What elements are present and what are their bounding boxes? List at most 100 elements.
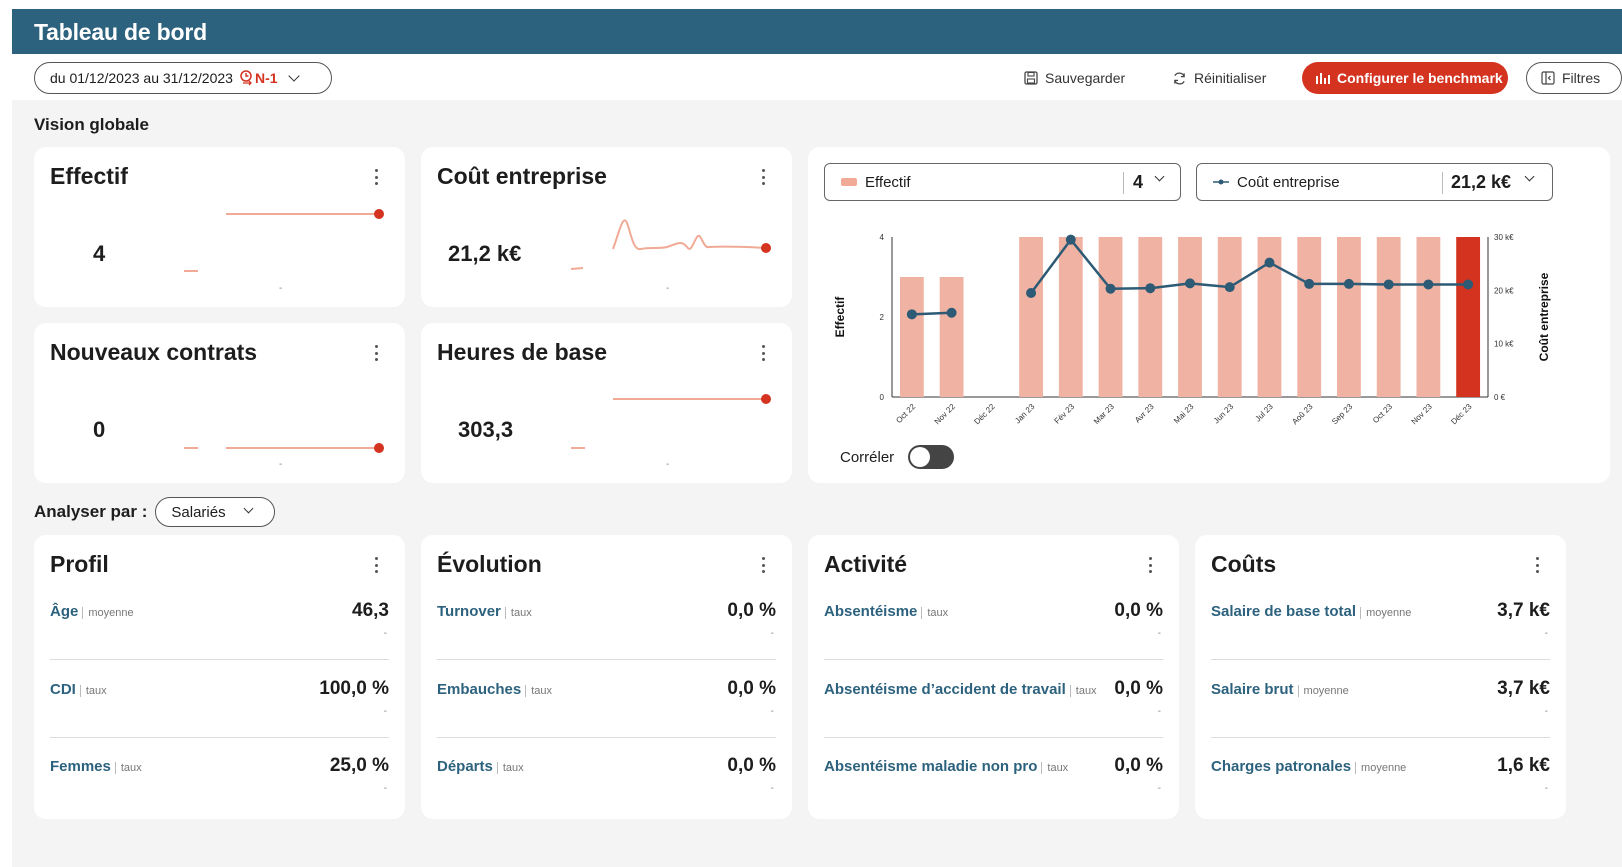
right-metric-select[interactable]: Coût entreprise 21,2 k€: [1196, 163, 1553, 201]
metric-trend: -: [770, 706, 774, 717]
kpi-card-nouveaux-contrats: Nouveaux contrats 0 -: [34, 323, 405, 483]
x-tick-label: Nov 22: [933, 402, 958, 427]
kpi-title: Coût entreprise: [437, 163, 607, 189]
row-divider: [437, 737, 776, 738]
page-title: Tableau de bord: [34, 19, 207, 45]
analyse-by-label: Analyser par :: [34, 502, 148, 521]
metric-name: CDI taux: [50, 681, 107, 698]
more-options-icon[interactable]: [374, 345, 378, 361]
line-legend-icon: [1213, 179, 1229, 185]
kpi-trend: -: [279, 283, 283, 294]
metric-tag: moyenne: [1355, 762, 1407, 774]
toolbar: du 01/12/2023 au 31/12/2023 N-1 Sauvegar…: [12, 54, 1622, 100]
metric-name: Absentéisme taux: [824, 603, 949, 620]
bar: [1337, 237, 1361, 397]
x-tick-label: Sep 23: [1330, 402, 1355, 427]
cost-point: [1343, 278, 1354, 289]
metric-row[interactable]: Salaire de base total moyenne 3,7 k€ -: [1211, 600, 1550, 681]
metric-name-text: Femmes: [50, 758, 111, 775]
metric-card-evolution: Évolution Turnover taux 0,0 % - Embauches…: [421, 535, 792, 819]
metric-row[interactable]: CDI taux 100,0 % -: [50, 678, 389, 759]
right-metric-value: 21,2 k€: [1451, 171, 1512, 192]
metric-name: Embauches taux: [437, 681, 552, 698]
metric-trend: -: [1157, 628, 1161, 639]
clock-swap-icon: [240, 70, 252, 86]
metric-row[interactable]: Absentéisme taux 0,0 % -: [824, 600, 1163, 681]
more-options-icon[interactable]: [761, 169, 765, 185]
correlate-toggle[interactable]: [908, 445, 955, 469]
metric-name-text: Salaire de base total: [1211, 603, 1357, 620]
more-options-icon[interactable]: [1535, 557, 1539, 573]
x-tick-label: Oct 23: [1371, 402, 1394, 425]
metric-card-title: Évolution: [437, 551, 542, 577]
more-options-icon[interactable]: [374, 557, 378, 573]
row-divider: [1211, 659, 1550, 660]
cost-point: [1264, 257, 1275, 268]
metric-tag: taux: [921, 607, 949, 619]
global-section-title: Vision globale: [34, 115, 149, 134]
left-metric-select[interactable]: Effectif 4: [824, 163, 1181, 201]
y-tick-label-left: 4: [880, 233, 885, 242]
metric-card-title: Coûts: [1211, 551, 1277, 577]
correlate-label: Corréler: [840, 448, 895, 466]
chevron-down-icon: [243, 503, 254, 514]
row-divider: [1211, 737, 1550, 738]
metric-row[interactable]: Âge moyenne 46,3 -: [50, 600, 389, 681]
y-tick-label-left: 0: [880, 393, 885, 402]
metric-row[interactable]: Salaire brut moyenne 3,7 k€ -: [1211, 678, 1550, 759]
metric-name-text: Charges patronales: [1211, 758, 1352, 775]
metric-row[interactable]: Absentéisme maladie non pro taux 0,0 % -: [824, 755, 1163, 836]
compare-indicator[interactable]: N-1: [239, 70, 278, 86]
x-tick-label: Avr 23: [1133, 402, 1156, 425]
metric-row[interactable]: Femmes taux 25,0 % -: [50, 755, 389, 836]
kpi-title: Heures de base: [437, 339, 608, 365]
more-options-icon[interactable]: [761, 345, 765, 361]
left-metric-value: 4: [1133, 171, 1144, 192]
analyse-by-control: Analyser par : Salariés: [34, 497, 276, 527]
row-divider: [824, 659, 1163, 660]
metric-trend: -: [1544, 628, 1548, 639]
metric-name: Turnover taux: [437, 603, 532, 620]
kpi-sparkline: [571, 394, 771, 449]
metric-tag: moyenne: [1297, 685, 1349, 697]
metric-value: 46,3: [352, 600, 389, 621]
kpi-value: 303,3: [458, 417, 514, 442]
save-button[interactable]: Sauvegarder: [1024, 62, 1125, 94]
more-options-icon[interactable]: [374, 169, 378, 185]
metric-row[interactable]: Embauches taux 0,0 % -: [437, 678, 776, 759]
cost-point: [946, 307, 957, 318]
metric-name-text: Âge: [50, 603, 79, 620]
chevron-down-icon: [1524, 171, 1535, 182]
bar: [1098, 237, 1123, 397]
analyse-by-select[interactable]: Salariés: [155, 497, 276, 527]
metric-row[interactable]: Départs taux 0,0 % -: [437, 755, 776, 836]
x-tick-label: Jan 23: [1013, 402, 1037, 426]
filters-button[interactable]: Filtres: [1526, 62, 1622, 94]
metric-name: Absentéisme d’accident de travail taux: [824, 681, 1097, 698]
row-divider: [50, 737, 389, 738]
chevron-down-icon: [1154, 171, 1165, 182]
kpi-card-cout-entreprise: Coût entreprise 21,2 k€ -: [421, 147, 792, 307]
kpi-trend: -: [279, 459, 283, 470]
chevron-down-icon: [287, 70, 300, 82]
metric-tag: taux: [79, 685, 107, 697]
configure-benchmark-button[interactable]: Configurer le benchmark: [1302, 62, 1508, 94]
reset-button[interactable]: Réinitialiser: [1172, 62, 1266, 94]
more-options-icon[interactable]: [761, 557, 765, 573]
row-divider: [824, 737, 1163, 738]
metric-row[interactable]: Turnover taux 0,0 % -: [437, 600, 776, 681]
metric-row[interactable]: Absentéisme d’accident de travail taux 0,…: [824, 678, 1163, 759]
metric-name: Salaire de base total moyenne: [1211, 603, 1412, 620]
metric-trend: -: [383, 706, 387, 717]
date-range-picker[interactable]: du 01/12/2023 au 31/12/2023 N-1: [34, 62, 332, 94]
select-divider: [1123, 172, 1124, 194]
metric-tag: moyenne: [1360, 607, 1412, 619]
metric-row[interactable]: Charges patronales moyenne 1,6 k€ -: [1211, 755, 1550, 836]
metric-value: 0,0 %: [1114, 678, 1163, 699]
metric-value: 100,0 %: [319, 678, 389, 699]
more-options-icon[interactable]: [1148, 557, 1152, 573]
x-tick-label: Oct 22: [894, 402, 917, 425]
metric-tag: taux: [1041, 762, 1069, 774]
metric-value: 0,0 %: [727, 600, 776, 621]
dashboard-app: Tableau de bord du 01/12/2023 au 31/12/2…: [12, 9, 1622, 867]
